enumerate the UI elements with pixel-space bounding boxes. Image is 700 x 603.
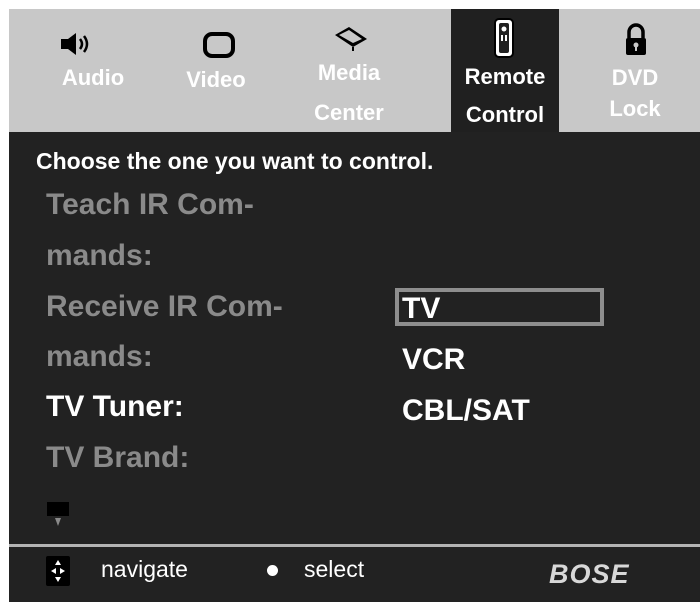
help-bar: navigate select BOSE xyxy=(9,544,700,602)
select-hint: select xyxy=(304,556,365,582)
select-dot-icon xyxy=(267,565,278,576)
option-tv[interactable]: TV xyxy=(402,292,440,326)
tab-audio-label: Audio xyxy=(61,65,125,90)
tab-dvd-lock-label: DVD xyxy=(611,65,659,90)
tv-screen-icon xyxy=(203,32,235,58)
speaker-icon xyxy=(61,33,89,55)
main-panel: Choose the one you want to control. Teac… xyxy=(9,132,700,544)
tab-remote-control-label: Remote xyxy=(464,64,546,89)
setting-teach-ir-commands-cont[interactable]: mands: xyxy=(46,239,153,273)
media-center-icon xyxy=(335,27,367,51)
tab-video[interactable]: Video xyxy=(166,9,266,132)
instruction-text: Choose the one you want to control. xyxy=(36,148,434,174)
setting-tv-brand[interactable]: TV Brand: xyxy=(46,441,189,475)
tab-dvd-lock-label-2: Lock xyxy=(609,96,661,121)
remote-icon xyxy=(494,18,514,58)
tab-remote-control[interactable]: Remote Control xyxy=(451,9,559,132)
option-vcr[interactable]: VCR xyxy=(402,343,465,377)
tab-video-label: Video xyxy=(186,67,246,92)
navigate-hint: navigate xyxy=(101,556,188,582)
tab-bar: Audio Video Media Center Remote Control … xyxy=(9,9,700,132)
lock-icon xyxy=(626,23,646,55)
setting-teach-ir-commands[interactable]: Teach IR Com- xyxy=(46,188,254,222)
bose-logo: BOSE xyxy=(549,559,630,589)
remote-control-screen: Audio Video Media Center Remote Control … xyxy=(9,9,700,602)
tab-media-center[interactable]: Media Center xyxy=(293,9,405,132)
tab-media-center-label: Media xyxy=(317,60,381,85)
tab-remote-control-label-2: Control xyxy=(465,102,545,127)
option-cbl-sat[interactable]: CBL/SAT xyxy=(402,394,530,428)
setting-receive-ir-commands[interactable]: Receive IR Com- xyxy=(46,290,283,324)
setting-receive-ir-commands-cont[interactable]: mands: xyxy=(46,340,153,374)
setting-tv-tuner[interactable]: TV Tuner: xyxy=(46,390,184,424)
navigate-pad-icon xyxy=(46,556,70,586)
tab-audio[interactable]: Audio xyxy=(45,9,141,132)
tab-media-center-label-2: Center xyxy=(314,100,384,125)
tab-dvd-lock[interactable]: DVD Lock xyxy=(587,9,683,132)
scroll-down-arrow-icon[interactable] xyxy=(47,502,69,530)
